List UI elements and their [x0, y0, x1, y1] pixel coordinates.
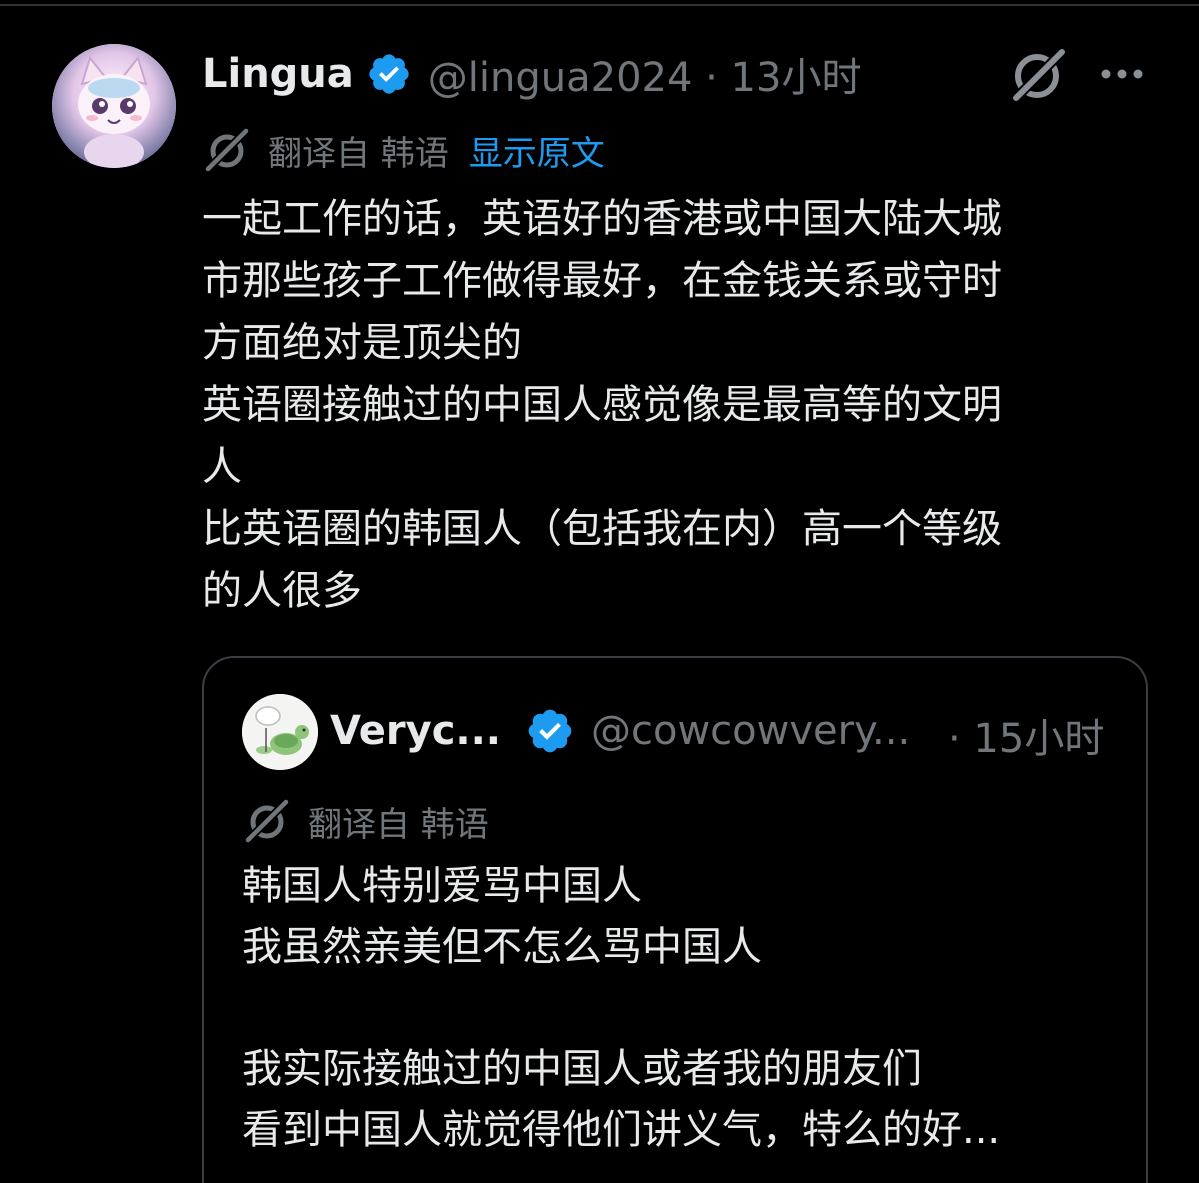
quoted-author-display-name[interactable]: Veryc...: [330, 708, 501, 754]
top-divider: [0, 4, 1199, 6]
quoted-tweet-text: 韩国人特别爱骂中国人 我虽然亲美但不怎么骂中国人 我实际接触过的中国人或者我的朋…: [242, 856, 1122, 1161]
grok-icon[interactable]: [1008, 46, 1070, 104]
show-original-link[interactable]: 显示原文: [469, 126, 605, 175]
tweet-text-line: 的人很多: [202, 568, 362, 614]
author-handle-and-time[interactable]: @lingua2024 · 13小时: [428, 45, 862, 103]
quoted-author-avatar[interactable]: [242, 694, 318, 770]
quoted-author-handle[interactable]: @cowcowvery...: [591, 708, 910, 754]
grok-translate-icon: [203, 126, 251, 174]
quoted-tweet-card[interactable]: Veryc... @cowcowvery... · 15小时 翻译自 韩语 韩国…: [202, 656, 1148, 1183]
tweet-text-line: 市那些孩子工作做得最好，在金钱关系或守时: [202, 258, 1002, 304]
turtle-avatar-icon: [242, 694, 318, 770]
author-avatar[interactable]: [52, 44, 176, 168]
verified-badge-icon: [528, 709, 572, 753]
translation-row: 翻译自 韩语 显示原文: [202, 122, 605, 178]
translated-from-label: 翻译自 韩语: [268, 133, 449, 174]
grok-translate-icon: [243, 797, 291, 845]
quoted-text-line: 我虽然亲美但不怎么骂中国人: [242, 924, 762, 970]
quoted-tweet-time[interactable]: · 15小时: [948, 706, 1104, 764]
quoted-text-line: 看到中国人就觉得他们讲义气，特么的好...: [242, 1107, 1001, 1153]
cat-avatar-icon: [52, 44, 176, 168]
verified-badge-icon: [369, 54, 409, 94]
tweet-text-line: 一起工作的话，英语好的香港或中国大陆大城: [202, 196, 1002, 242]
quoted-text-line: 我实际接触过的中国人或者我的朋友们: [242, 1046, 922, 1092]
more-dots-icon[interactable]: [1098, 60, 1146, 88]
quoted-text-line: [242, 978, 1122, 1039]
tweet-text-line: 英语圈接触过的中国人感觉像是最高等的文明: [202, 382, 1002, 428]
tweet-text-line: 比英语圈的韩国人（包括我在内）高一个等级: [202, 506, 1002, 552]
tweet-text: 一起工作的话，英语好的香港或中国大陆大城 市那些孩子工作做得最好，在金钱关系或守…: [202, 188, 1122, 622]
tweet-text-line: 方面绝对是顶尖的: [202, 320, 522, 366]
quoted-text-line: 韩国人特别爱骂中国人: [242, 863, 642, 909]
tweet-header: Lingua @lingua2024 · 13小时: [202, 46, 861, 102]
quoted-translation-row: 翻译自 韩语: [242, 792, 489, 850]
tweet-text-line: 人: [202, 444, 242, 490]
quoted-translated-from-label: 翻译自 韩语: [308, 804, 489, 845]
author-display-name[interactable]: Lingua: [202, 51, 354, 97]
quoted-tweet-header: Veryc... @cowcowvery...: [330, 702, 910, 760]
